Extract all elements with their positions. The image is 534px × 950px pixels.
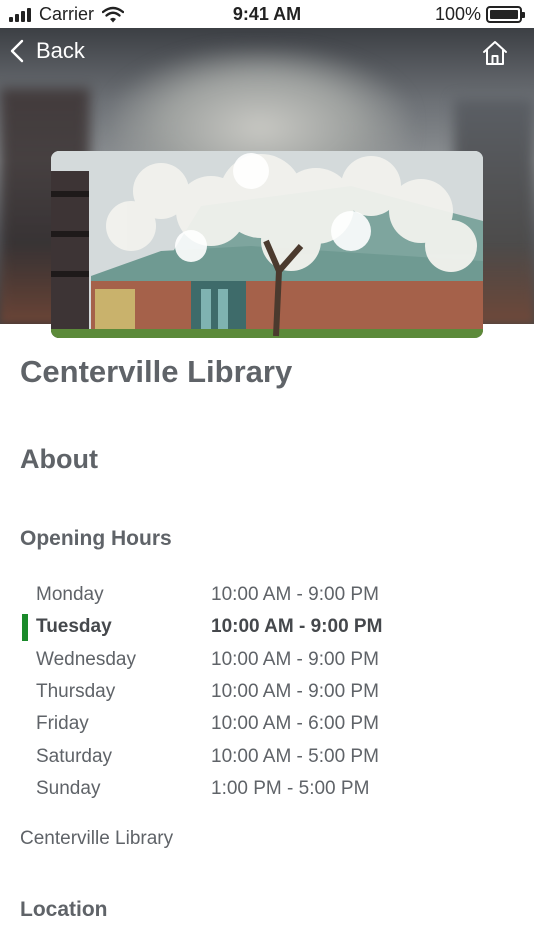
hours-row-friday: Friday 10:00 AM - 6:00 PM: [0, 708, 534, 740]
library-name-text: Centerville Library: [20, 828, 174, 849]
library-photo: [51, 151, 483, 338]
hours-row-sunday: Sunday 1:00 PM - 5:00 PM: [0, 773, 534, 805]
day-label: Sunday: [36, 777, 101, 799]
page-title: Centerville Library: [20, 354, 293, 389]
battery-icon: [486, 6, 525, 23]
time-range: 10:00 AM - 9:00 PM: [211, 616, 383, 638]
time-range: 10:00 AM - 5:00 PM: [211, 745, 379, 767]
time-range: 1:00 PM - 5:00 PM: [211, 777, 370, 799]
battery-percent: 100%: [434, 4, 481, 24]
hours-row-thursday: Thursday 10:00 AM - 9:00 PM: [0, 676, 534, 708]
section-heading-about: About: [20, 444, 98, 474]
opening-hours-list: Monday 10:00 AM - 9:00 PM Tuesday 10:00 …: [0, 579, 534, 805]
status-bar: Carrier 9:41 AM 100%: [0, 0, 534, 28]
hours-row-monday: Monday 10:00 AM - 9:00 PM: [0, 579, 534, 611]
hours-row-wednesday: Wednesday 10:00 AM - 9:00 PM: [0, 644, 534, 676]
hours-row-saturday: Saturday 10:00 AM - 5:00 PM: [0, 740, 534, 772]
day-label: Tuesday: [36, 616, 112, 638]
back-label: Back: [36, 38, 85, 63]
time-range: 10:00 AM - 6:00 PM: [211, 713, 379, 735]
status-right: 100%: [434, 4, 525, 25]
day-label: Monday: [36, 584, 104, 606]
today-indicator: [22, 614, 28, 642]
time-range: 10:00 AM - 9:00 PM: [211, 584, 379, 606]
time-range: 10:00 AM - 9:00 PM: [211, 648, 379, 670]
day-label: Wednesday: [36, 648, 136, 670]
day-label: Thursday: [36, 681, 116, 703]
back-button[interactable]: Back: [10, 38, 85, 64]
section-heading-location: Location: [20, 898, 108, 921]
home-icon[interactable]: [482, 40, 508, 66]
day-label: Saturday: [36, 745, 113, 767]
time-range: 10:00 AM - 9:00 PM: [211, 681, 379, 703]
section-heading-opening-hours: Opening Hours: [20, 527, 172, 550]
hours-row-tuesday: Tuesday 10:00 AM - 9:00 PM: [0, 611, 534, 643]
day-label: Friday: [36, 713, 89, 735]
chevron-left-icon: [10, 39, 24, 63]
